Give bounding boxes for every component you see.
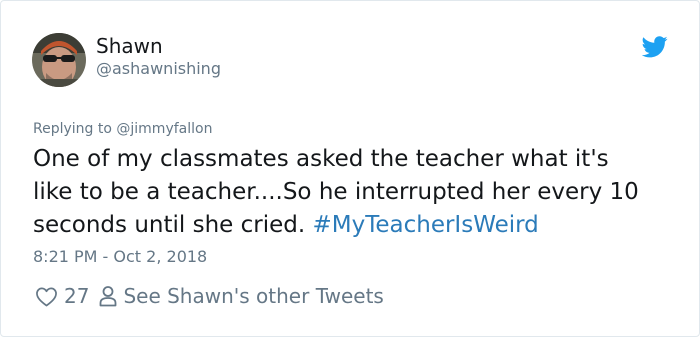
tweet-text-line: One of my classmates asked the teacher w… bbox=[33, 146, 609, 172]
heart-icon[interactable] bbox=[35, 286, 58, 307]
display-name[interactable]: Shawn bbox=[96, 34, 163, 58]
tweet-text-segment: seconds until she cried. bbox=[33, 212, 306, 238]
username-handle[interactable]: @ashawnishing bbox=[96, 59, 221, 79]
other-tweets-link[interactable]: See Shawn's other Tweets bbox=[123, 284, 383, 308]
tweet-text-line: seconds until she cried. #MyTeacherIsWei… bbox=[33, 209, 683, 242]
tweet-text: One of my classmates asked the teacher w… bbox=[33, 143, 683, 242]
reply-label: Replying to bbox=[33, 121, 112, 137]
tweet-card: Shawn @ashawnishing Replying to @jimmyfa… bbox=[0, 0, 700, 337]
reply-mention-link[interactable]: @jimmyfallon bbox=[116, 121, 212, 137]
reply-context: Replying to @jimmyfallon bbox=[33, 120, 212, 138]
tweet-actions: 27 See Shawn's other Tweets bbox=[35, 283, 384, 309]
avatar[interactable] bbox=[32, 33, 86, 87]
like-count[interactable]: 27 bbox=[64, 284, 89, 308]
twitter-bird-icon[interactable] bbox=[641, 36, 668, 58]
person-icon[interactable] bbox=[99, 285, 117, 307]
timestamp-link[interactable]: 8:21 PM - Oct 2, 2018 bbox=[33, 247, 207, 267]
hashtag-link[interactable]: #MyTeacherIsWeird bbox=[312, 212, 538, 238]
tweet-text-line: like to be a teacher....So he interrupte… bbox=[33, 179, 639, 205]
